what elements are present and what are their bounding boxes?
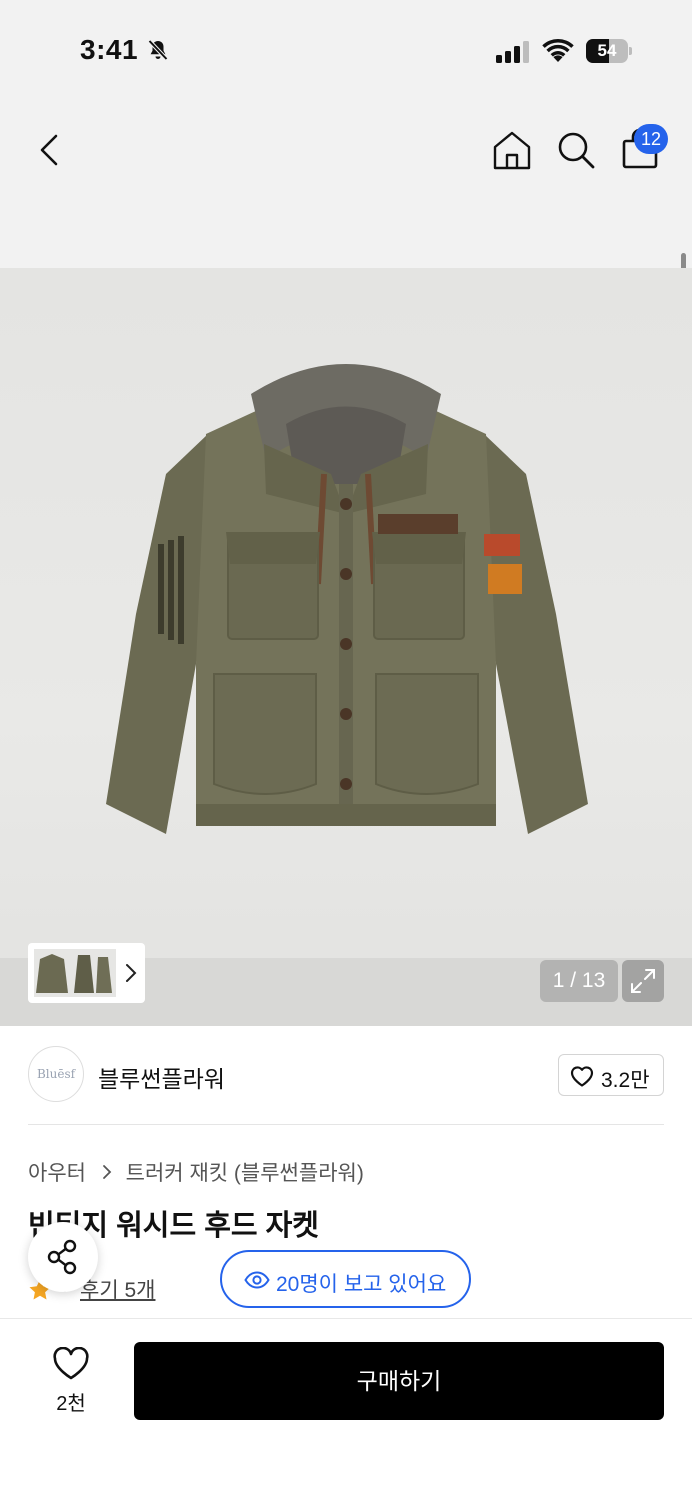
divider [28,1124,664,1125]
silent-bell-icon [148,39,168,61]
breadcrumb-category[interactable]: 아우터 [28,1162,86,1185]
brand-like-count: 3.2만 [601,1069,650,1092]
heart-icon [570,1066,594,1087]
brand-like-button[interactable]: 3.2만 [558,1054,664,1096]
battery-percent: 54 [597,41,617,60]
search-icon[interactable] [554,128,598,172]
wifi-icon [542,39,574,62]
viewers-badge: 20명이 보고 있어요 [220,1250,471,1308]
bottom-action-bar: 2천 구매하기 [0,1318,692,1500]
eye-icon [244,1271,270,1289]
status-bar: 3:41 54 [0,0,692,100]
chevron-right-icon [126,964,137,982]
buy-button[interactable]: 구매하기 [134,1342,664,1420]
battery-indicator: 54 [586,39,632,63]
back-button[interactable] [30,128,70,172]
cart-count-badge: 12 [634,124,669,154]
brand-name[interactable]: 블루썬플라워 [98,1060,225,1094]
expand-icon[interactable] [622,960,664,1002]
thumbnail-strip[interactable] [28,943,145,1003]
status-time: 3:41 [80,34,139,65]
chevron-right-icon [102,1165,112,1179]
image-page-counter: 1 / 13 [540,960,618,1002]
breadcrumb-subcategory[interactable]: 트러커 재킷 (블루썬플라워) [126,1162,364,1185]
jacket-photo [106,364,588,834]
product-image[interactable] [0,268,692,1026]
brand-row: Bluēsf 블루썬플라워 3.2만 [0,1026,692,1126]
home-icon[interactable] [490,128,534,172]
breadcrumb: 아우터 트러커 재킷 (블루썬플라워) [28,1157,364,1187]
share-icon [47,1239,77,1275]
thumbnail-image[interactable] [34,949,116,997]
battery-cap [629,47,632,55]
thumbnail-jackets [36,954,112,993]
share-button[interactable] [28,1222,98,1292]
viewers-text: 20명이 보고 있어요 [276,1273,447,1296]
heart-icon [53,1347,89,1380]
wishlist-count: 2천 [56,1393,86,1415]
brand-logo[interactable]: Bluēsf [28,1046,84,1102]
top-nav-bar [0,100,692,335]
battery-body: 54 [586,39,628,63]
wishlist-button[interactable]: 2천 [36,1347,106,1417]
cellular-signal-icon [496,41,529,63]
